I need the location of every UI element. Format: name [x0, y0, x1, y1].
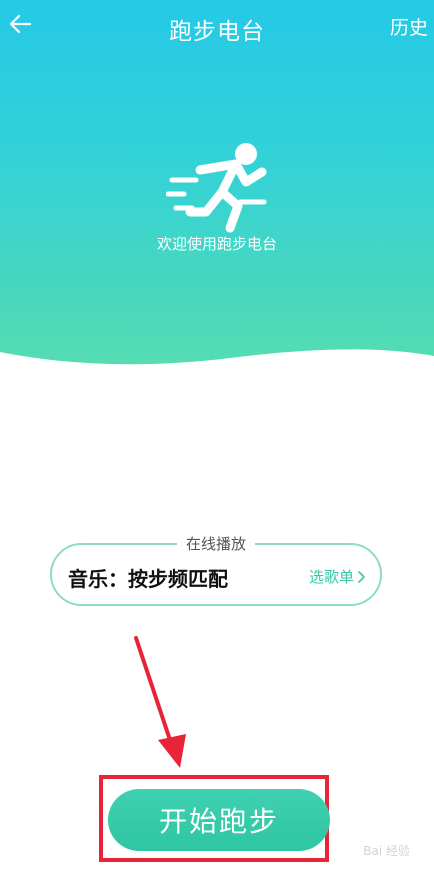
select-playlist-label: 选歌单 — [308, 568, 354, 586]
online-play-caption: 在线播放 — [176, 533, 256, 554]
running-person-icon — [166, 143, 267, 233]
music-mode-label: 音乐：按步频匹配 — [68, 567, 228, 591]
start-running-button[interactable]: 开始跑步 — [108, 789, 330, 851]
running-radio-screen: 跑步电台 历史 欢迎使用跑步电台 在线播放 音乐：按步频匹配 选歌单 开始跑步 … — [0, 0, 434, 873]
top-bar: 跑步电台 历史 — [0, 0, 434, 52]
select-playlist-button[interactable]: 选歌单 — [309, 566, 366, 587]
annotation-arrow — [134, 636, 186, 768]
page-title: 跑步电台 — [169, 19, 265, 45]
online-play-card: 在线播放 音乐：按步频匹配 选歌单 — [50, 533, 382, 606]
history-button[interactable]: 历史 — [390, 13, 428, 40]
welcome-text: 欢迎使用跑步电台 — [156, 235, 277, 253]
chevron-right-icon — [358, 570, 365, 583]
watermark: Bai 经验 — [363, 844, 410, 858]
hero-wave-divider — [0, 349, 434, 390]
